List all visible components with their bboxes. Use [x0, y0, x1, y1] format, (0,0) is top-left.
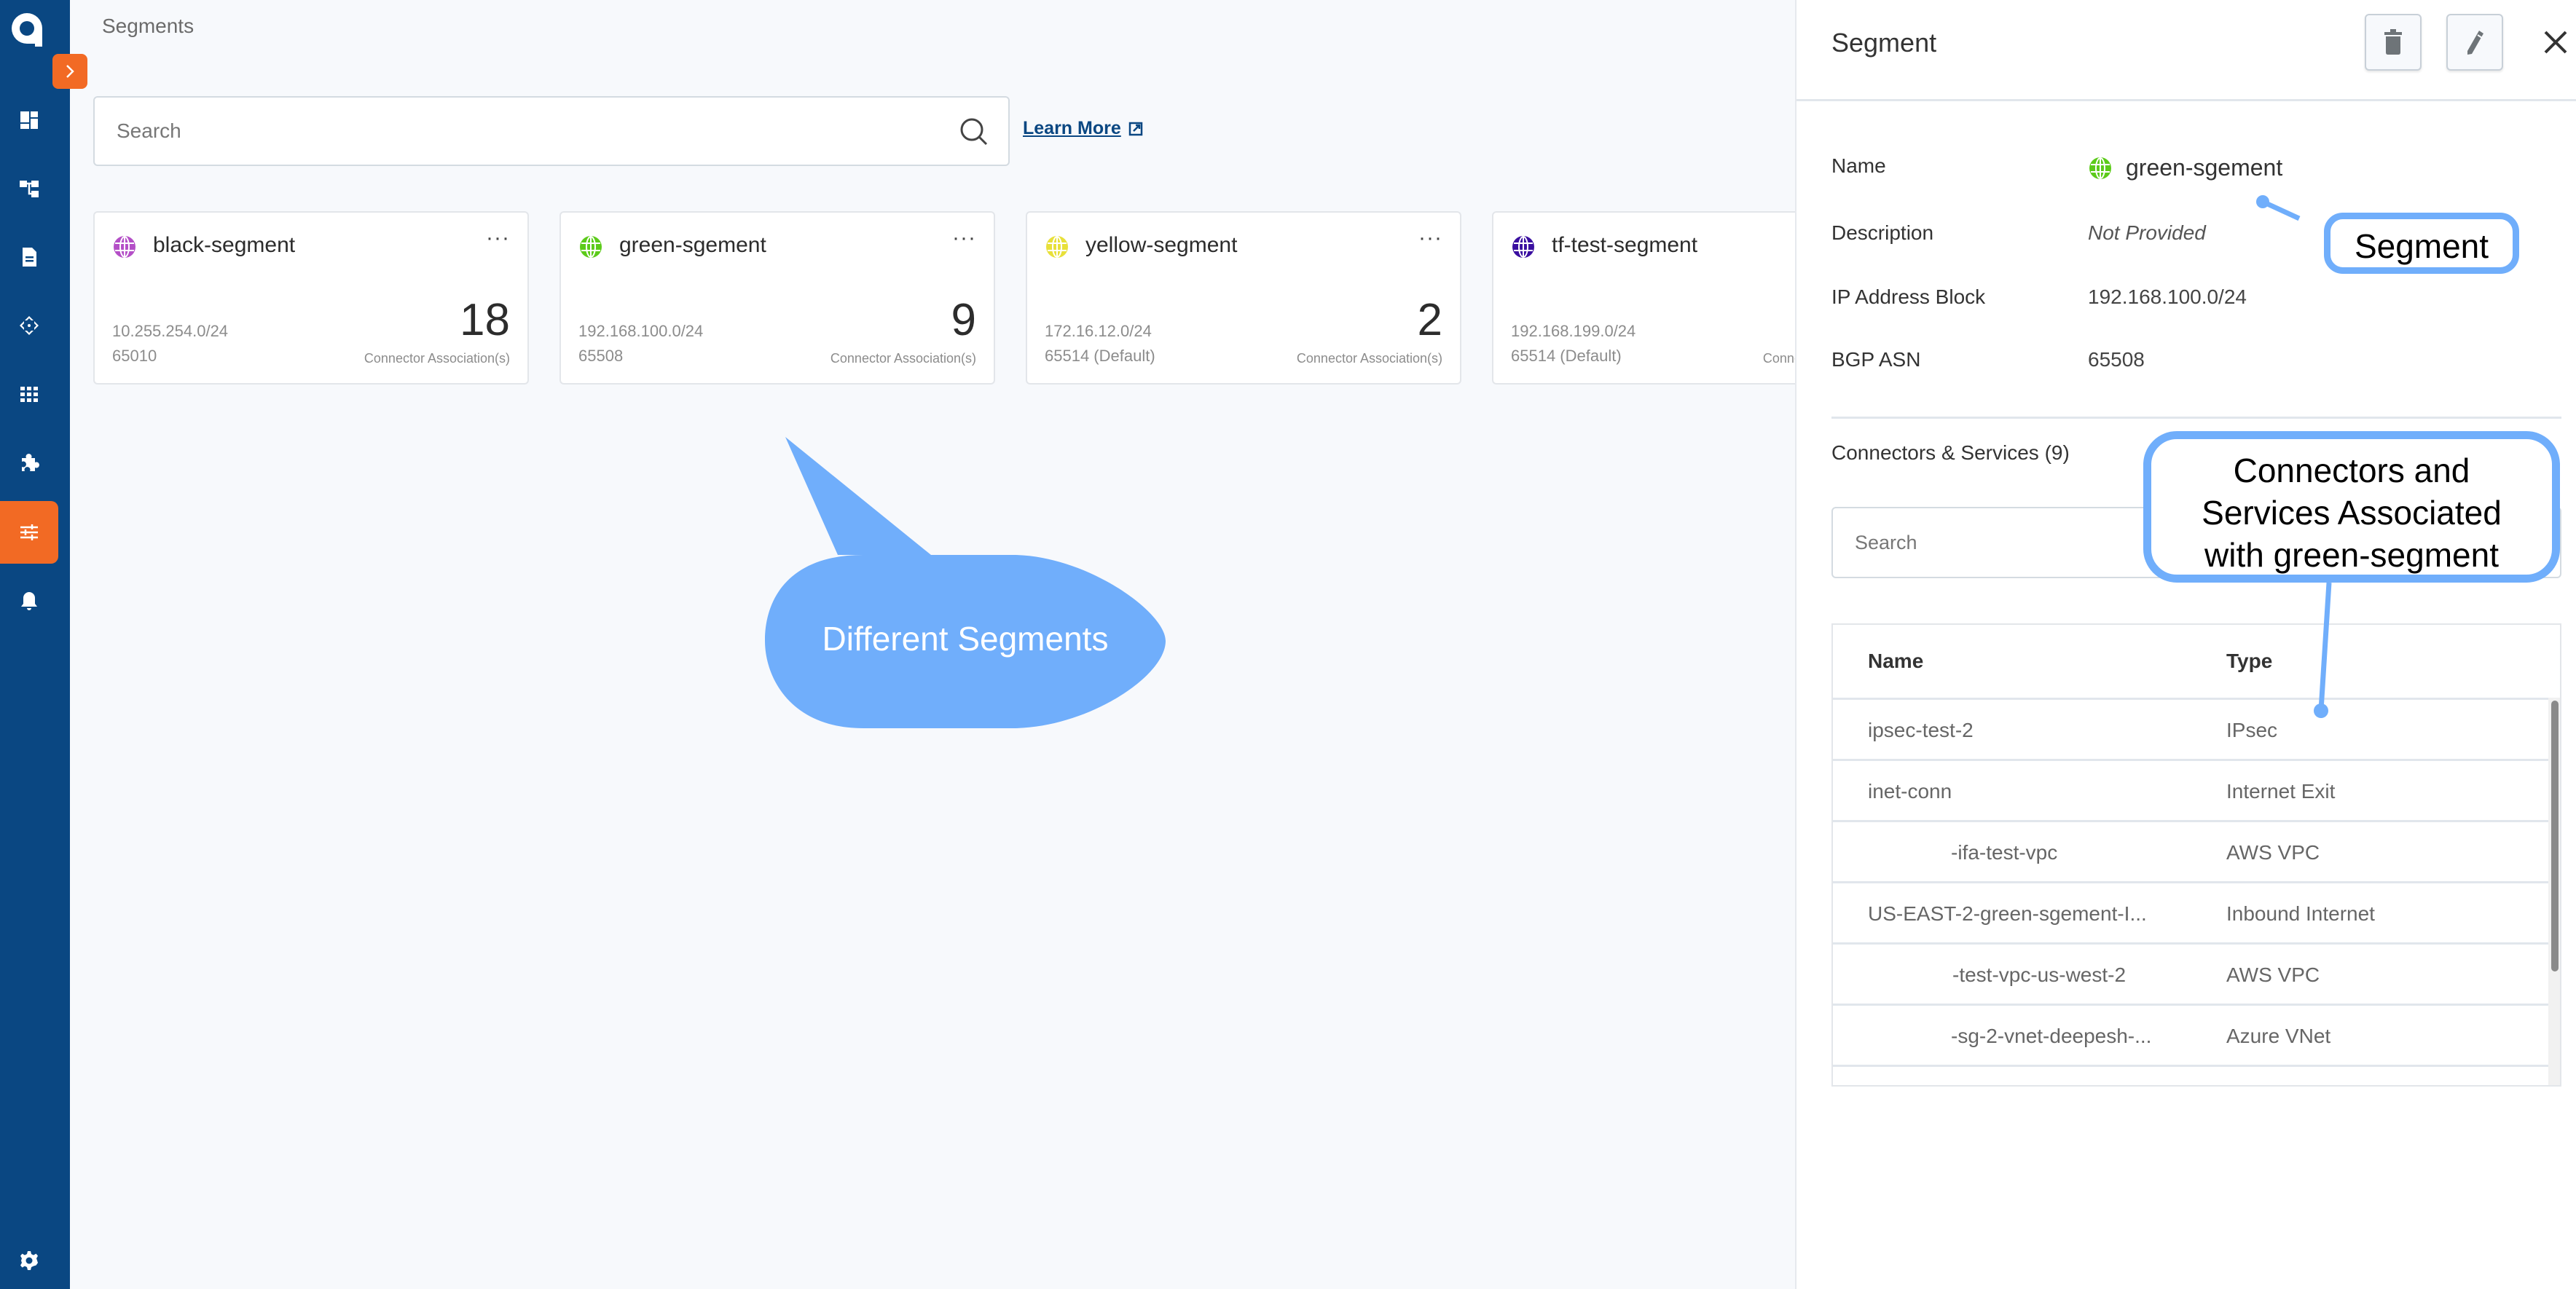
more-options-button[interactable]: ··· — [1418, 226, 1442, 251]
segment-name: green-sgement — [619, 233, 766, 257]
column-header-name[interactable]: Name — [1868, 625, 1923, 698]
connector-name: -sg-2-vnet-deepesh-... — [1951, 1025, 2152, 1047]
learn-more-link[interactable]: Learn More — [1023, 118, 1143, 139]
connectors-section-title: Connectors & Services (9) — [1831, 441, 2070, 464]
connector-name: ipsec-test-2 — [1868, 719, 1974, 741]
connectors-table: Name Type ipsec-test-2 IPsec inet-conn I… — [1831, 623, 2561, 1087]
more-options-button[interactable]: ··· — [486, 226, 510, 251]
segment-ip: 192.168.199.0/24 — [1511, 322, 1636, 340]
external-link-icon — [1128, 122, 1143, 135]
segment-card[interactable]: yellow-segment ··· 172.16.12.0/24 65514 … — [1026, 211, 1461, 385]
segment-name: yellow-segment — [1085, 233, 1238, 257]
segment-ip: 192.168.100.0/24 — [578, 322, 704, 340]
connector-type: AWS VPC — [2226, 841, 2320, 864]
connector-count-label: Connector Association(s) — [364, 351, 510, 366]
segment-name-text: green-sgement — [2126, 154, 2283, 181]
connector-type: AWS VPC — [2226, 963, 2320, 986]
description-label: Description — [1831, 221, 1934, 244]
connector-name: inet-conn — [1868, 780, 1952, 803]
panel-title: Segment — [1831, 28, 1937, 58]
table-row[interactable] — [1833, 1065, 2550, 1085]
connector-name: -ifa-test-vpc — [1951, 841, 2058, 864]
learn-more-label: Learn More — [1023, 118, 1121, 138]
connectors-callout: Connectors and Services Associated with … — [2143, 431, 2560, 583]
connector-count: 18 — [460, 295, 510, 345]
segment-card[interactable]: tf-test-segment ··· 192.168.199.0/24 655… — [1492, 211, 1795, 385]
connector-type: Inbound Internet — [2226, 902, 2375, 925]
ip-block-value: 192.168.100.0/24 — [2088, 285, 2247, 308]
segment-ip: 172.16.12.0/24 — [1045, 322, 1152, 340]
segment-callout: Segment — [2324, 213, 2519, 274]
segment-card[interactable]: black-segment ··· 10.255.254.0/24 65010 … — [93, 211, 529, 385]
segment-callout-pointer — [2256, 195, 2301, 221]
table-row[interactable]: US-EAST-2-green-sgement-I... Inbound Int… — [1833, 881, 2550, 942]
connector-count: 2 — [1417, 295, 1442, 345]
edit-button[interactable] — [2446, 14, 2503, 71]
pencil-icon — [2467, 31, 2483, 55]
table-row[interactable]: -ifa-test-vpc AWS VPC — [1833, 820, 2550, 881]
segment-asn: 65514 (Default) — [1045, 347, 1155, 365]
page-title: Segments — [102, 15, 195, 37]
connector-count-label: Connector Association(s) — [1762, 351, 1795, 366]
bgp-asn-label: BGP ASN — [1831, 348, 1921, 371]
globe-icon — [114, 236, 136, 258]
table-row[interactable]: -test-vpc-us-west-2 AWS VPC — [1833, 942, 2550, 1004]
connector-type: Internet Exit — [2226, 780, 2336, 803]
segments-search-box — [93, 96, 1010, 166]
column-header-type[interactable]: Type — [2226, 625, 2272, 698]
segment-asn: 65010 — [112, 347, 157, 365]
bgp-asn-value: 65508 — [2088, 348, 2145, 371]
segment-detail-panel: Segment Name green-sgement Description N… — [1795, 0, 2576, 1289]
section-divider — [1831, 417, 2561, 419]
connector-count-label: Connector Association(s) — [830, 351, 976, 366]
connectors-callout-line-2: Services Associated — [2202, 494, 2502, 532]
main-content: Segments Learn More black-segment ··· 10… — [0, 0, 1795, 1289]
table-row[interactable]: -sg-2-vnet-deepesh-... Azure VNet — [1833, 1004, 2550, 1065]
connector-count-label: Connector Association(s) — [1296, 351, 1442, 366]
connector-name: US-EAST-2-green-sgement-I... — [1868, 902, 2147, 925]
connector-name: -test-vpc-us-west-2 — [1952, 963, 2127, 986]
different-segments-callout — [765, 437, 1166, 728]
table-row[interactable]: ipsec-test-2 IPsec — [1833, 698, 2550, 759]
globe-icon — [2089, 157, 2111, 179]
connectors-callout-pointer — [2314, 583, 2332, 718]
segment-name: tf-test-segment — [1552, 233, 1698, 257]
name-label: Name — [1831, 154, 1886, 177]
connectors-callout-line-3: with green-segment — [2204, 536, 2499, 574]
trash-icon — [2384, 29, 2402, 55]
segment-asn: 65508 — [578, 347, 624, 365]
connector-type: IPsec — [2226, 719, 2278, 741]
globe-icon — [1046, 236, 1068, 258]
segment-asn: 65514 (Default) — [1511, 347, 1622, 365]
connector-count: 9 — [951, 295, 976, 345]
panel-header-divider — [1796, 99, 2576, 101]
connectors-callout-line-1: Connectors and — [2233, 452, 2470, 489]
search-icon[interactable] — [959, 117, 989, 147]
segment-name: black-segment — [153, 233, 296, 257]
globe-icon — [1512, 236, 1534, 258]
close-icon[interactable] — [2540, 26, 2572, 58]
name-value: green-sgement — [2088, 154, 2282, 181]
delete-button[interactable] — [2365, 14, 2422, 71]
ip-block-label: IP Address Block — [1831, 285, 1986, 308]
more-options-button[interactable]: ··· — [952, 226, 976, 251]
description-value: Not Provided — [2088, 221, 2206, 244]
table-row[interactable]: inet-conn Internet Exit — [1833, 759, 2550, 820]
table-scrollbar-thumb[interactable] — [2551, 701, 2559, 971]
different-segments-callout-text: Different Segments — [822, 620, 1109, 658]
segments-search-input[interactable] — [117, 98, 918, 165]
globe-icon — [580, 236, 602, 258]
connector-type: Azure VNet — [2226, 1025, 2331, 1047]
segment-callout-text: Segment — [2354, 227, 2489, 265]
segment-ip: 10.255.254.0/24 — [112, 322, 229, 340]
segment-card[interactable]: green-sgement ··· 192.168.100.0/24 65508… — [559, 211, 995, 385]
